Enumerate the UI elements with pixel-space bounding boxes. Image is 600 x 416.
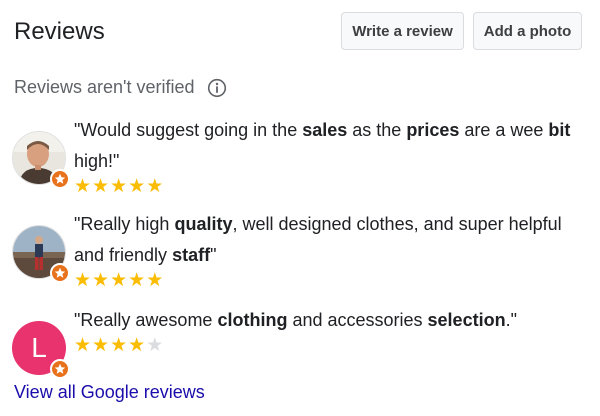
star-rating: ★★★★★ bbox=[74, 177, 164, 197]
review-text-segment: ." bbox=[505, 310, 517, 330]
star-rating: ★★★★★ bbox=[74, 271, 164, 291]
review-keyword: sales bbox=[302, 120, 348, 140]
review-text-segment: "Really high bbox=[74, 214, 175, 234]
review-text-segment: as the bbox=[347, 120, 407, 140]
add-photo-button[interactable]: Add a photo bbox=[473, 12, 582, 50]
review-text: "Really awesome clothing and accessories… bbox=[74, 305, 584, 336]
star-filled-icon: ★ bbox=[92, 335, 111, 356]
review-text-segment: " bbox=[210, 245, 217, 265]
star-filled-icon: ★ bbox=[92, 176, 111, 197]
write-review-button[interactable]: Write a review bbox=[341, 12, 464, 50]
review-text-segment: and accessories bbox=[287, 310, 428, 330]
review-keyword: clothing bbox=[217, 310, 288, 330]
star-rating: ★★★★★ bbox=[74, 336, 164, 356]
review-text-segment: "Really awesome bbox=[74, 310, 218, 330]
review-keyword: selection bbox=[427, 310, 506, 330]
star-filled-icon: ★ bbox=[146, 176, 165, 197]
star-filled-icon: ★ bbox=[74, 335, 93, 356]
review-keyword: bit bbox=[548, 120, 571, 140]
local-guide-badge-icon bbox=[50, 359, 70, 379]
reviewer-avatar[interactable] bbox=[12, 225, 70, 283]
star-filled-icon: ★ bbox=[128, 176, 147, 197]
star-filled-icon: ★ bbox=[128, 270, 147, 291]
review-text: "Would suggest going in the sales as the… bbox=[74, 115, 584, 177]
unverified-notice-text: Reviews aren't verified bbox=[14, 77, 195, 97]
review-text-segment: are a wee bbox=[459, 120, 549, 140]
star-filled-icon: ★ bbox=[110, 176, 129, 197]
unverified-notice: Reviews aren't verified bbox=[14, 77, 227, 98]
star-empty-icon: ★ bbox=[146, 335, 165, 356]
view-all-reviews-link[interactable]: View all Google reviews bbox=[14, 382, 205, 403]
star-filled-icon: ★ bbox=[146, 270, 165, 291]
star-filled-icon: ★ bbox=[92, 270, 111, 291]
star-filled-icon: ★ bbox=[110, 270, 129, 291]
star-filled-icon: ★ bbox=[74, 270, 93, 291]
reviewer-avatar[interactable]: L bbox=[12, 321, 70, 379]
avatar-letter: L bbox=[31, 332, 47, 363]
review-keyword: staff bbox=[172, 245, 211, 265]
reviewer-avatar[interactable] bbox=[12, 131, 70, 189]
star-filled-icon: ★ bbox=[110, 335, 129, 356]
review-keyword: prices bbox=[406, 120, 460, 140]
review-keyword: quality bbox=[174, 214, 233, 234]
review-text-segment: "Would suggest going in the bbox=[74, 120, 303, 140]
info-icon[interactable] bbox=[207, 78, 227, 98]
reviews-title: Reviews bbox=[14, 18, 105, 45]
local-guide-badge-icon bbox=[50, 169, 70, 189]
star-filled-icon: ★ bbox=[74, 176, 93, 197]
star-filled-icon: ★ bbox=[128, 335, 147, 356]
review-text-segment: high!" bbox=[74, 151, 120, 171]
review-text: "Really high quality, well designed clot… bbox=[74, 209, 584, 271]
local-guide-badge-icon bbox=[50, 263, 70, 283]
